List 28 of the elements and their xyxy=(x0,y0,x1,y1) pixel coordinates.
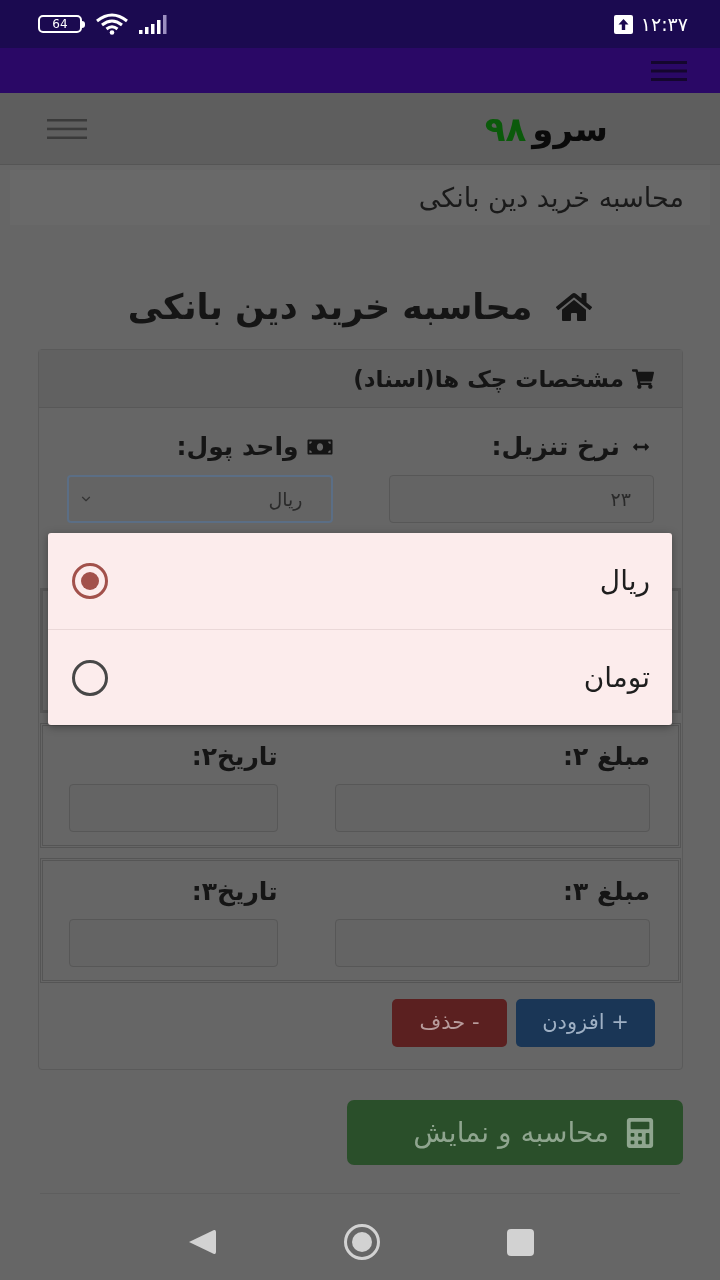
field-label: مبلغ ۳: xyxy=(562,876,650,909)
remove-button[interactable]: - حذف xyxy=(392,999,507,1047)
calculate-button[interactable]: محاسبه و نمایش xyxy=(347,1100,683,1165)
upload-icon xyxy=(613,14,633,34)
status-time: ۱۲:۳۷ xyxy=(640,14,688,34)
field-label: تاریخ۳: xyxy=(190,876,278,909)
breadcrumb-text: محاسبه خرید دین بانکی xyxy=(418,180,684,216)
page-title: محاسبه خرید دین بانکی xyxy=(127,286,533,330)
battery-indicator: 64 xyxy=(38,15,85,33)
card-header-title: مشخصات چک ها(اسناد) xyxy=(353,364,624,395)
banknote-icon xyxy=(306,437,333,457)
cart-icon xyxy=(632,368,654,389)
home-icon xyxy=(556,291,593,323)
field-label: واحد پول: xyxy=(176,431,299,463)
calculator-icon xyxy=(625,1117,655,1148)
logo-number: ۹۸ xyxy=(484,111,527,146)
field-label: تاریخ۲: xyxy=(190,741,278,774)
radio-option[interactable]: ریال xyxy=(48,533,672,629)
radio-option[interactable]: تومان xyxy=(48,629,672,725)
field-label: نرخ تنزیل: xyxy=(491,431,620,464)
field-label: مبلغ ۲: xyxy=(562,741,650,774)
wifi-icon xyxy=(95,13,129,35)
signal-icon xyxy=(139,14,169,34)
recents-icon[interactable] xyxy=(506,1228,534,1256)
add-button[interactable]: + افزودن xyxy=(516,999,655,1047)
menu-icon[interactable] xyxy=(47,118,87,139)
home-button-icon[interactable] xyxy=(342,1223,381,1261)
menu-icon[interactable] xyxy=(651,60,687,81)
